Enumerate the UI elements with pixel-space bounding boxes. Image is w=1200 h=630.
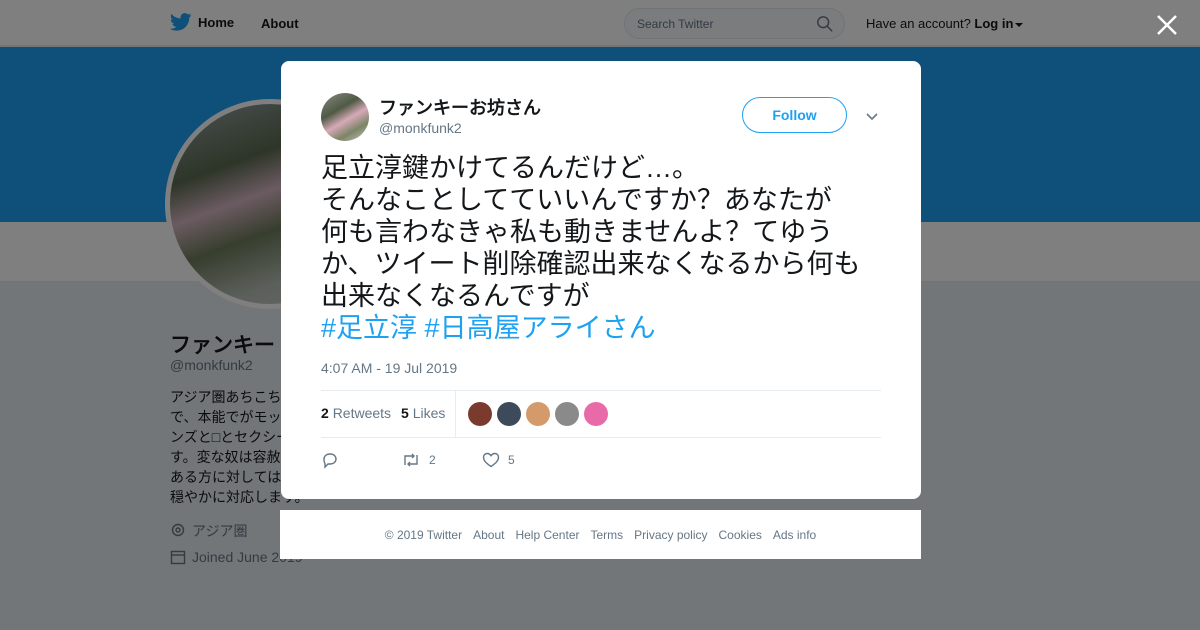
retweet-icon [404,453,418,467]
tweet-timestamp[interactable]: 4:07 AM - 19 Jul 2019 [321,360,457,376]
hashtag-link[interactable]: #日高屋アライさん [425,313,656,343]
liker-avatars [468,402,608,426]
divider [321,390,881,391]
hashtag-line: #足立淳 #日高屋アライさん [321,312,891,344]
divider [321,437,881,438]
tweet-text-line: か、ツイート削除確認出来なくなるから何も [321,249,861,279]
tweet-actions: 2 5 [321,451,515,469]
footer-link-help-center[interactable]: Help Center [515,528,579,542]
heart-icon [482,452,500,468]
chevron-down-icon[interactable] [865,109,879,123]
likes-stat[interactable]: 5 Likes [401,405,445,421]
reply-button[interactable] [321,451,401,469]
like-action-count: 5 [508,453,515,467]
like-count: 5 [401,405,409,421]
liker-avatar[interactable] [555,402,579,426]
author-handle[interactable]: @monkfunk2 [379,120,462,136]
follow-button[interactable]: Follow [742,97,847,133]
likes-label: Likes [412,405,446,421]
footer-link-about[interactable]: About [473,528,504,542]
reply-icon [323,453,337,469]
hashtag-link[interactable]: #足立淳 [321,313,417,343]
footer-link-privacy[interactable]: Privacy policy [634,528,707,542]
tweet-text: 足立淳鍵かけてるんだけど…。 そんなことしてていいんですか？あなたが 何も言わな… [321,152,891,344]
divider [455,391,456,437]
like-button[interactable]: 5 [482,451,515,469]
footer-link-ads-info[interactable]: Ads info [773,528,816,542]
author-name[interactable]: ファンキーお坊さん [379,94,541,120]
modal-footer: © 2019 Twitter About Help Center Terms P… [280,510,921,559]
retweet-action-count: 2 [429,453,436,467]
retweets-stat[interactable]: 2 Retweets [321,405,391,421]
author-avatar[interactable] [321,93,369,141]
liker-avatar[interactable] [584,402,608,426]
retweets-label: Retweets [332,405,392,421]
close-icon[interactable] [1154,12,1180,38]
tweet-text-line: 足立淳鍵かけてるんだけど…。 [321,153,699,183]
tweet-stats: 2 Retweets 5 Likes [321,405,445,421]
tweet-text-line: 何も言わなきゃ私も動きませんよ？てゆう [321,217,834,247]
tweet-text-line: そんなことしてていいんですか？あなたが [321,185,832,215]
tweet-text-line: 出来なくなるんですが [321,281,590,311]
retweet-count: 2 [321,405,329,421]
footer-link-terms[interactable]: Terms [590,528,623,542]
footer-copyright[interactable]: © 2019 Twitter [385,528,462,542]
liker-avatar[interactable] [526,402,550,426]
liker-avatar[interactable] [497,402,521,426]
retweet-button[interactable]: 2 [401,451,482,469]
liker-avatar[interactable] [468,402,492,426]
tweet-modal: ファンキーお坊さん @monkfunk2 Follow 足立淳鍵かけてるんだけど… [281,61,921,499]
footer-link-cookies[interactable]: Cookies [719,528,762,542]
